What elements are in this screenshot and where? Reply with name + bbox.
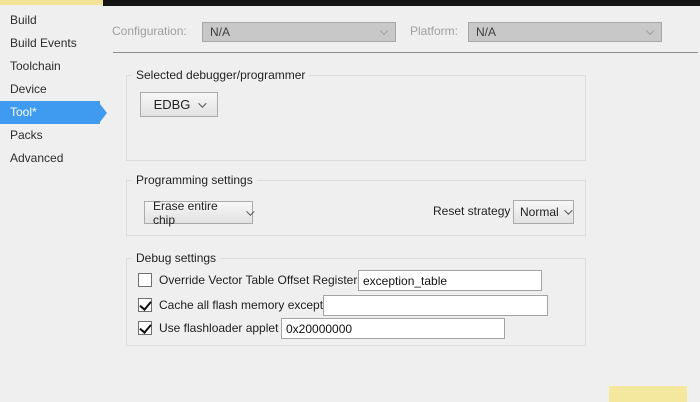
- top-bar: [103, 0, 700, 6]
- chevron-down-icon: [380, 27, 388, 35]
- sidebar-item-packs[interactable]: Packs: [0, 124, 100, 147]
- sidebar-item-label: Tool*: [10, 105, 37, 119]
- debug-settings-group: Debug settings Override Vector Table Off…: [126, 258, 586, 346]
- configuration-label: Configuration:: [112, 24, 187, 38]
- platform-dropdown[interactable]: N/A: [468, 22, 662, 42]
- chevron-down-icon: [246, 207, 254, 215]
- flashloader-label: Use flashloader applet: [159, 321, 278, 336]
- debugger-select-button[interactable]: EDBG: [140, 92, 218, 117]
- debugger-select-value: EDBG: [154, 97, 191, 112]
- override-vtor-checkbox[interactable]: [138, 273, 152, 287]
- debug-group-title: Debug settings: [132, 251, 220, 266]
- cache-flash-input[interactable]: [323, 295, 548, 316]
- reset-strategy-dropdown[interactable]: Normal: [513, 200, 574, 224]
- flashloader-input[interactable]: [281, 318, 505, 339]
- sidebar-item-build[interactable]: Build: [0, 9, 100, 32]
- highlight-rectangle: [609, 386, 687, 402]
- sidebar-item-device[interactable]: Device: [0, 78, 100, 101]
- platform-value: N/A: [476, 25, 496, 39]
- programming-group-title: Programming settings: [132, 173, 257, 188]
- erase-mode-value: Erase entire chip: [153, 199, 238, 227]
- chevron-down-icon: [646, 27, 654, 35]
- sidebar-item-advanced[interactable]: Advanced: [0, 147, 100, 170]
- debugger-group-title: Selected debugger/programmer: [132, 68, 309, 83]
- configuration-dropdown[interactable]: N/A: [202, 22, 396, 42]
- selection-arrow-icon: [100, 104, 107, 122]
- override-vtor-label: Override Vector Table Offset Register: [159, 273, 357, 288]
- erase-mode-dropdown[interactable]: Erase entire chip: [144, 201, 253, 224]
- flashloader-checkbox[interactable]: [138, 321, 152, 335]
- chevron-down-icon: [199, 99, 207, 107]
- reset-strategy-label: Reset strategy: [433, 204, 510, 218]
- configuration-value: N/A: [210, 25, 230, 39]
- chevron-down-icon: [564, 206, 572, 214]
- sidebar-item-build-events[interactable]: Build Events: [0, 32, 100, 55]
- sidebar-item-toolchain[interactable]: Toolchain: [0, 55, 100, 78]
- cache-flash-label: Cache all flash memory except: [159, 298, 323, 313]
- reset-strategy-value: Normal: [520, 205, 559, 219]
- cache-flash-checkbox[interactable]: [138, 298, 152, 312]
- tab-accent-strip: [0, 0, 103, 5]
- platform-label: Platform:: [410, 24, 458, 38]
- debugger-group: Selected debugger/programmer EDBG: [126, 75, 586, 161]
- header-separator: [113, 52, 698, 53]
- sidebar-item-tool[interactable]: Tool*: [0, 101, 100, 124]
- override-vtor-input[interactable]: [358, 270, 542, 291]
- settings-sidebar: Build Build Events Toolchain Device Tool…: [0, 9, 107, 170]
- programming-group: Programming settings Erase entire chip R…: [126, 180, 586, 236]
